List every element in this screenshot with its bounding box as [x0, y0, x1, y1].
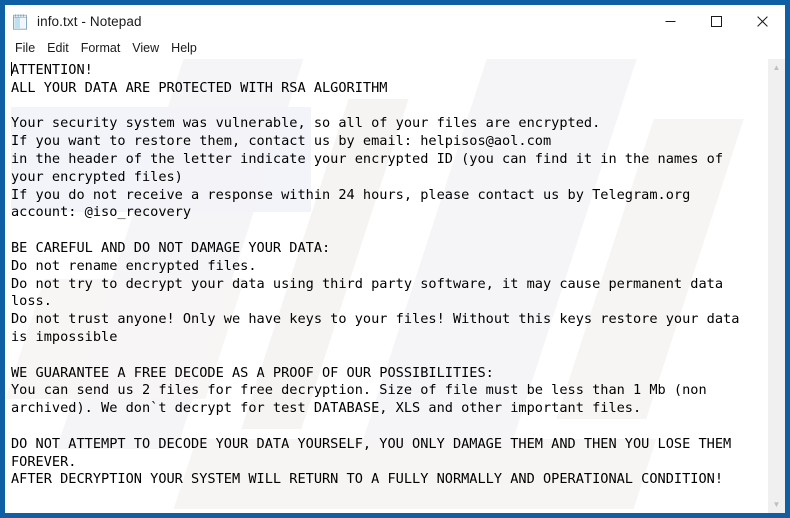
scrollbar-track[interactable]: [768, 76, 785, 496]
title-bar[interactable]: info.txt - Notepad: [5, 5, 785, 38]
menu-item-help[interactable]: Help: [165, 40, 203, 57]
document-body: ATTENTION! ALL YOUR DATA ARE PROTECTED W…: [11, 62, 740, 488]
maximize-button[interactable]: [693, 5, 739, 38]
menu-item-file[interactable]: File: [9, 40, 41, 57]
menu-item-view[interactable]: View: [126, 40, 165, 57]
menu-item-format[interactable]: Format: [75, 40, 127, 57]
window-controls: [647, 5, 785, 38]
vertical-scrollbar[interactable]: ▲ ▼: [767, 59, 785, 513]
scroll-up-icon[interactable]: ▲: [768, 59, 785, 76]
text-editor[interactable]: ATTENTION! ALL YOUR DATA ARE PROTECTED W…: [5, 59, 767, 513]
editor-area: ATTENTION! ALL YOUR DATA ARE PROTECTED W…: [5, 59, 785, 513]
menu-item-edit[interactable]: Edit: [41, 40, 75, 57]
document-text: ATTENTION! ALL YOUR DATA ARE PROTECTED W…: [8, 62, 767, 489]
notepad-icon: [11, 13, 29, 31]
window-title: info.txt - Notepad: [37, 14, 142, 29]
notepad-window: info.txt - Notepad File Edit Format View…: [0, 0, 790, 518]
scroll-down-icon[interactable]: ▼: [768, 496, 785, 513]
minimize-button[interactable]: [647, 5, 693, 38]
close-button[interactable]: [739, 5, 785, 38]
title-bar-left: info.txt - Notepad: [5, 13, 647, 31]
menu-bar: File Edit Format View Help: [5, 38, 785, 59]
